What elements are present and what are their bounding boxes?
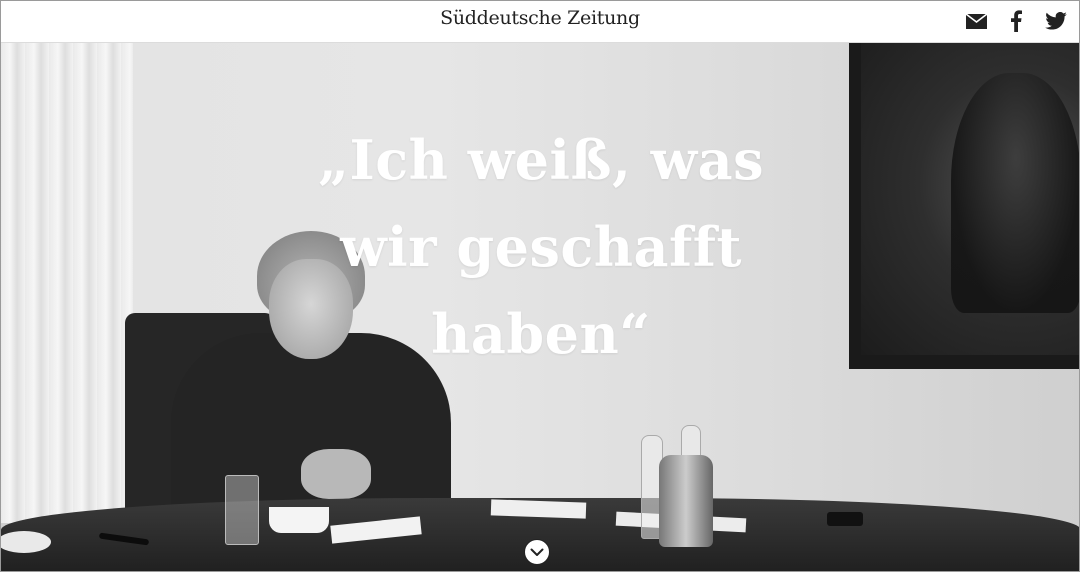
- scroll-down-button[interactable]: [524, 539, 550, 565]
- mail-icon: [965, 13, 987, 29]
- twitter-icon: [1045, 12, 1067, 30]
- curtain: [1, 43, 133, 523]
- page-frame: Süddeutsche Zeitung „Ich weiß, was wir g…: [0, 0, 1080, 572]
- site-logo[interactable]: Süddeutsche Zeitung: [1, 7, 1079, 29]
- site-header: Süddeutsche Zeitung: [1, 1, 1079, 43]
- headline-line: „Ich weiß, was: [317, 128, 765, 192]
- headline-line: wir geschafft: [340, 215, 742, 279]
- coffee-cup: [269, 507, 329, 533]
- phone: [827, 512, 863, 526]
- share-twitter-button[interactable]: [1043, 9, 1069, 33]
- share-mail-button[interactable]: [963, 9, 989, 33]
- thermos-jug: [659, 455, 713, 547]
- water-glass: [225, 475, 259, 545]
- share-bar: [963, 9, 1069, 33]
- headline-line: haben“: [431, 302, 651, 366]
- chevron-down-icon: [530, 548, 544, 556]
- painting: [849, 43, 1079, 369]
- facebook-icon: [1011, 10, 1022, 32]
- headline: „Ich weiß, was wir geschafft haben“: [241, 117, 841, 378]
- share-facebook-button[interactable]: [1003, 9, 1029, 33]
- paper: [490, 499, 587, 519]
